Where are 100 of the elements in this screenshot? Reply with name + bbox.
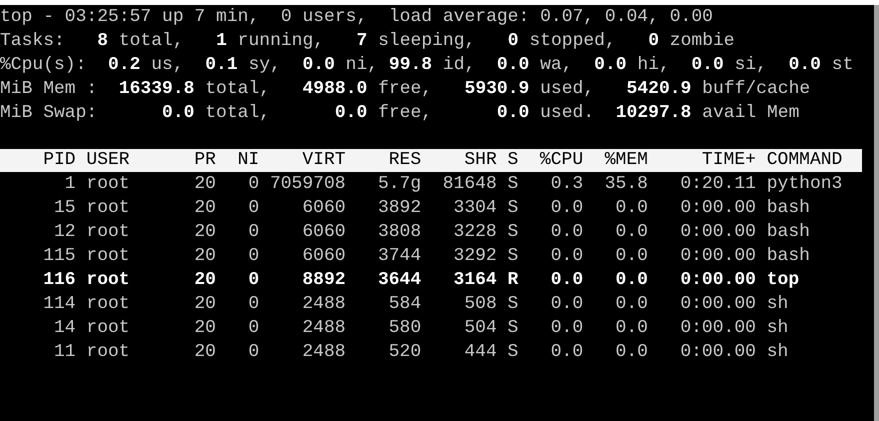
table-cell-text: bash (766, 221, 811, 244)
table-cell-text: 0 (247, 221, 260, 244)
summary-line: MiB Swap: 0.0 total, 0.0 free, 0.0 used. 10297.8 avail Mem (0, 102, 800, 125)
table-cell-text: 0.0 (550, 341, 584, 364)
table-cell-text: 2488 (301, 341, 346, 364)
summary-line: Tasks: 8 total, 1 running, 7 sleeping, 0 stopped, 0 zombie (0, 30, 736, 53)
table-cell-text: 20 (193, 269, 216, 292)
column-header: %CPU (538, 149, 584, 172)
table-cell-text: 0.0 (550, 221, 584, 244)
table-cell-text: 0 (247, 341, 260, 364)
table-cell-text: 6060 (301, 221, 346, 244)
column-header: NI (236, 149, 260, 172)
table-cell-text: S (506, 197, 518, 220)
table-cell-text: 0 (247, 293, 260, 316)
table-cell-text: 0 (247, 197, 260, 220)
table-cell-text: 508 (463, 293, 497, 316)
table-cell-text: 15 (52, 197, 76, 220)
table-cell-text: sh (766, 293, 790, 316)
table-cell-text: root (85, 173, 131, 196)
table-cell-text: root (85, 245, 131, 268)
table-cell-text: 0.3 (550, 173, 584, 196)
table-cell-text: 0.0 (550, 245, 584, 268)
table-cell-text: sh (766, 341, 790, 364)
table-cell-text: 3644 (376, 269, 422, 292)
table-cell-text: 504 (463, 317, 497, 340)
table-cell-text: root (85, 221, 131, 244)
table-cell-text: 0 (247, 173, 260, 196)
table-cell-text: 0:20.11 (679, 173, 756, 196)
table-cell-text: 11 (52, 341, 76, 364)
table-cell-text: 0:00.00 (679, 245, 756, 268)
table-cell-text: 584 (388, 293, 422, 316)
table-cell-text: 20 (193, 245, 216, 268)
summary-line: top - 03:25:57 up 7 min, 0 users, load average: 0.07, 0.04, 0.00 (0, 6, 714, 29)
table-cell-text: 0.0 (550, 269, 584, 292)
table-cell-text: sh (766, 317, 790, 340)
table-cell-text: bash (766, 245, 811, 268)
table-cell-text: 8892 (301, 269, 346, 292)
table-cell-text: 0 (247, 269, 260, 292)
column-header: VIRT (301, 149, 346, 172)
summary-line: MiB Mem : 16339.8 total, 4988.0 free, 5930.9 used, 5420.9 buff/cache (0, 78, 812, 101)
scrollbar[interactable] (874, 5, 879, 421)
table-cell-text: 0.0 (614, 293, 648, 316)
table-cell-text: 6060 (301, 197, 346, 220)
table-cell-text: S (506, 341, 518, 364)
table-cell-text: 0.0 (614, 341, 648, 364)
table-cell-text: 35.8 (604, 173, 648, 196)
table-cell-text: 0.0 (614, 317, 648, 340)
table-cell-text: 20 (193, 173, 216, 196)
table-cell-text: 580 (388, 317, 422, 340)
column-header: %MEM (604, 149, 648, 172)
table-cell-text: 5.7g (376, 173, 422, 196)
table-cell-text: 20 (193, 197, 216, 220)
table-cell-text: 81648 (442, 173, 497, 196)
table-cell-text: 20 (193, 221, 216, 244)
table-cell-text: 0:00.00 (679, 341, 756, 364)
table-cell-text: root (85, 269, 131, 292)
table-cell-text: 0:00.00 (679, 293, 756, 316)
table-cell-text: root (85, 293, 131, 316)
summary-line: %Cpu(s): 0.2 us, 0.1 sy, 0.0 ni, 99.8 id, 0.0 wa, 0.0 hi, 0.0 si, 0.0 st (0, 54, 854, 77)
table-cell-text: S (506, 317, 518, 340)
table-cell-text: S (506, 293, 518, 316)
table-cell-text: 0:00.00 (679, 269, 756, 292)
table-cell-text: 114 (42, 293, 76, 316)
table-cell-text: 0.0 (550, 293, 584, 316)
table-cell-text: root (85, 317, 131, 340)
table-cell-text: 3744 (376, 245, 422, 268)
column-header: TIME+ (700, 149, 756, 172)
table-cell-text: 0.0 (614, 197, 648, 220)
table-cell-text: 20 (193, 341, 216, 364)
table-cell-text: 0:00.00 (679, 221, 756, 244)
table-cell-text: 444 (463, 341, 497, 364)
table-cell-text: S (506, 221, 518, 244)
table-cell-text: 3228 (452, 221, 497, 244)
table-cell-text: 3304 (452, 197, 497, 220)
table-cell-text: 3808 (376, 221, 422, 244)
table-cell-text: 2488 (301, 293, 346, 316)
table-cell-text: bash (766, 197, 811, 220)
table-cell-text: 0.0 (550, 317, 584, 340)
table-cell-text: 116 (42, 269, 76, 292)
table-cell-text: 6060 (301, 245, 346, 268)
column-header: USER (85, 149, 131, 172)
table-cell-text: root (85, 341, 131, 364)
table-cell-text: 520 (388, 341, 422, 364)
table-cell-text: root (85, 197, 131, 220)
table-cell-text: 7059708 (268, 173, 346, 196)
table-cell-text: 0:00.00 (679, 317, 756, 340)
table-cell-text: python3 (766, 173, 844, 196)
table-cell-text: 20 (193, 293, 216, 316)
table-cell-text: 2488 (301, 317, 346, 340)
table-cell-text: 0 (247, 317, 260, 340)
table-cell-text: 1 (64, 173, 76, 196)
column-header: SHR (463, 149, 497, 172)
table-cell-text: S (506, 173, 518, 196)
table-cell-text: R (506, 269, 518, 292)
table-cell-text: 0.0 (614, 245, 648, 268)
table-cell-text: 20 (193, 317, 216, 340)
table-cell-text: 0:00.00 (679, 197, 756, 220)
table-cell-text: 0.0 (550, 197, 584, 220)
table-cell-text: 115 (42, 245, 76, 268)
column-header: RES (388, 149, 422, 172)
